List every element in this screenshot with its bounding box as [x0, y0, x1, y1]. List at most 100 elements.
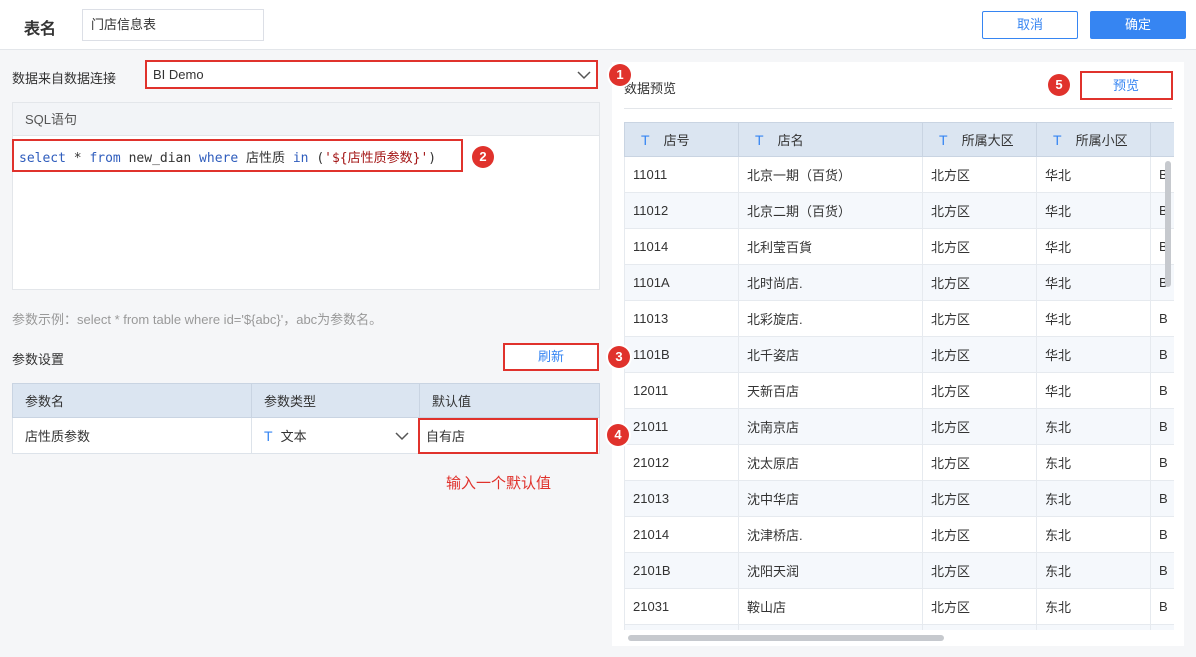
table-cell: 北京一期（百货） — [738, 156, 923, 193]
cancel-button[interactable]: 取消 — [982, 11, 1078, 39]
sql-text: ) — [428, 151, 437, 166]
table-cell: 沈津桥店. — [738, 516, 923, 553]
table-cell: 北方区 — [922, 228, 1037, 265]
column-header[interactable]: T 店名 — [738, 122, 923, 157]
table-cell: 11011 — [624, 156, 739, 193]
param-type-value: 文本 — [280, 429, 307, 444]
column-header[interactable]: T 所属小区 — [1036, 122, 1151, 157]
table-row[interactable]: 21011 沈南京店 北方区 东北 B — [624, 408, 1174, 445]
table-row: 店性质参数 T 文本 自有店 — [12, 417, 600, 454]
table-row[interactable]: 1101B 北千姿店 北方区 华北 B — [624, 336, 1174, 373]
table-cell: B — [1150, 444, 1174, 481]
param-default-header: 默认值 — [419, 383, 600, 418]
table-row[interactable]: 12011 天新百店 北方区 华北 B — [624, 372, 1174, 409]
horizontal-scrollbar[interactable] — [628, 635, 944, 641]
table-cell: 沈南京店 — [738, 408, 923, 445]
table-cell: 北方区 — [922, 192, 1037, 229]
preview-button[interactable]: 预览 — [1080, 72, 1172, 100]
table-cell: 东北 — [1036, 588, 1151, 625]
table-row[interactable]: 11011 北京一期（百货） 北方区 华北 B — [624, 156, 1174, 193]
sql-header: SQL语句 — [13, 103, 599, 136]
table-cell: 北千姿店 — [738, 336, 923, 373]
refresh-button[interactable]: 刷新 — [503, 343, 599, 371]
sql-text: new_dian — [120, 151, 200, 166]
table-cell: 北方区 — [922, 588, 1037, 625]
table-row[interactable] — [624, 624, 1174, 630]
confirm-button[interactable]: 确定 — [1090, 11, 1186, 39]
param-name-cell: 店性质参数 — [12, 417, 252, 454]
param-default-input[interactable]: 自有店 — [419, 417, 600, 454]
step-badge-1: 1 — [609, 64, 631, 86]
step-badge-3: 3 — [608, 346, 630, 368]
table-row[interactable]: 11013 北彩旋店. 北方区 华北 B — [624, 300, 1174, 337]
table-cell: 21011 — [624, 408, 739, 445]
table-cell: B — [1150, 300, 1174, 337]
table-cell: 东北 — [1036, 480, 1151, 517]
table-row[interactable]: 21013 沈中华店 北方区 东北 B — [624, 480, 1174, 517]
table-cell: 北方区 — [922, 444, 1037, 481]
table-cell: 北方区 — [922, 480, 1037, 517]
param-name-header: 参数名 — [12, 383, 252, 418]
sql-keyword: select — [19, 151, 66, 166]
param-example-hint: 参数示例：select * from table where id='${abc… — [12, 312, 383, 327]
chevron-down-icon — [395, 432, 409, 441]
text-type-icon: T — [264, 428, 273, 444]
text-type-icon: T — [755, 132, 764, 148]
column-header[interactable]: T 店号 — [624, 122, 739, 157]
table-cell: B — [1150, 336, 1174, 373]
table-row[interactable]: 2101B 沈阳天润 北方区 东北 B — [624, 552, 1174, 589]
table-cell: 北方区 — [922, 552, 1037, 589]
data-connection-select[interactable]: BI Demo — [146, 61, 598, 89]
table-cell: 12011 — [624, 372, 739, 409]
column-header[interactable]: T 所属大区 — [922, 122, 1037, 157]
table-row[interactable]: 11014 北利莹百貨 北方区 华北 B — [624, 228, 1174, 265]
table-row[interactable]: 21031 鞍山店 北方区 东北 B — [624, 588, 1174, 625]
data-preview-panel: 数据预览 预览 T 店号 T 店名 T 所属大区 T 所属小区 11011 北京一期（百货… — [612, 62, 1184, 646]
table-cell — [1036, 624, 1151, 630]
step-badge-5: 5 — [1048, 74, 1070, 96]
table-name-label: 表名 — [24, 21, 57, 38]
table-cell: 21013 — [624, 480, 739, 517]
param-type-select[interactable]: T 文本 — [251, 417, 420, 454]
table-cell: 北方区 — [922, 264, 1037, 301]
table-cell: 东北 — [1036, 408, 1151, 445]
table-cell: 21012 — [624, 444, 739, 481]
table-cell: 21014 — [624, 516, 739, 553]
param-settings-label: 参数设置 — [12, 352, 65, 367]
vertical-scrollbar[interactable] — [1165, 161, 1171, 287]
table-cell: 北方区 — [922, 156, 1037, 193]
column-header — [1150, 122, 1174, 157]
sql-editor-panel: SQL语句 select * from new_dian where 店性质 i… — [12, 102, 600, 290]
table-cell: 北时尚店. — [738, 264, 923, 301]
column-header-label: 所属小区 — [1075, 133, 1128, 148]
table-row[interactable]: 11012 北京二期（百货） 北方区 华北 B — [624, 192, 1174, 229]
dialog-header: 表名 门店信息表 取消 确定 — [0, 0, 1196, 50]
table-cell: 北方区 — [922, 336, 1037, 373]
table-row[interactable]: 1101A 北时尚店. 北方区 华北 B — [624, 264, 1174, 301]
table-cell: 华北 — [1036, 264, 1151, 301]
table-cell: 东北 — [1036, 552, 1151, 589]
table-cell: 沈中华店 — [738, 480, 923, 517]
table-cell: 2101B — [624, 552, 739, 589]
sql-keyword: from — [89, 151, 121, 166]
table-cell: 华北 — [1036, 336, 1151, 373]
sql-editor[interactable]: select * from new_dian where 店性质 in ('${… — [19, 147, 436, 166]
sql-text: ( — [308, 151, 325, 166]
sql-text: * — [65, 151, 90, 166]
chevron-down-icon — [577, 71, 591, 80]
table-cell: B — [1150, 552, 1174, 589]
preview-grid[interactable]: T 店号 T 店名 T 所属大区 T 所属小区 11011 北京一期（百货） 北方区 华北 B 1… — [624, 122, 1174, 630]
text-type-icon: T — [641, 132, 650, 148]
table-cell: B — [1150, 480, 1174, 517]
table-row[interactable]: 21014 沈津桥店. 北方区 东北 B — [624, 516, 1174, 553]
table-cell: 鞍山店 — [738, 588, 923, 625]
table-cell: 北方区 — [922, 516, 1037, 553]
table-cell: 华北 — [1036, 156, 1151, 193]
table-cell — [1150, 624, 1174, 630]
table-name-input[interactable]: 门店信息表 — [82, 9, 264, 41]
step-badge-2: 2 — [472, 146, 494, 168]
table-cell: 华北 — [1036, 372, 1151, 409]
table-cell — [624, 624, 739, 630]
data-preview-title: 数据预览 — [624, 81, 677, 96]
table-row[interactable]: 21012 沈太原店 北方区 东北 B — [624, 444, 1174, 481]
